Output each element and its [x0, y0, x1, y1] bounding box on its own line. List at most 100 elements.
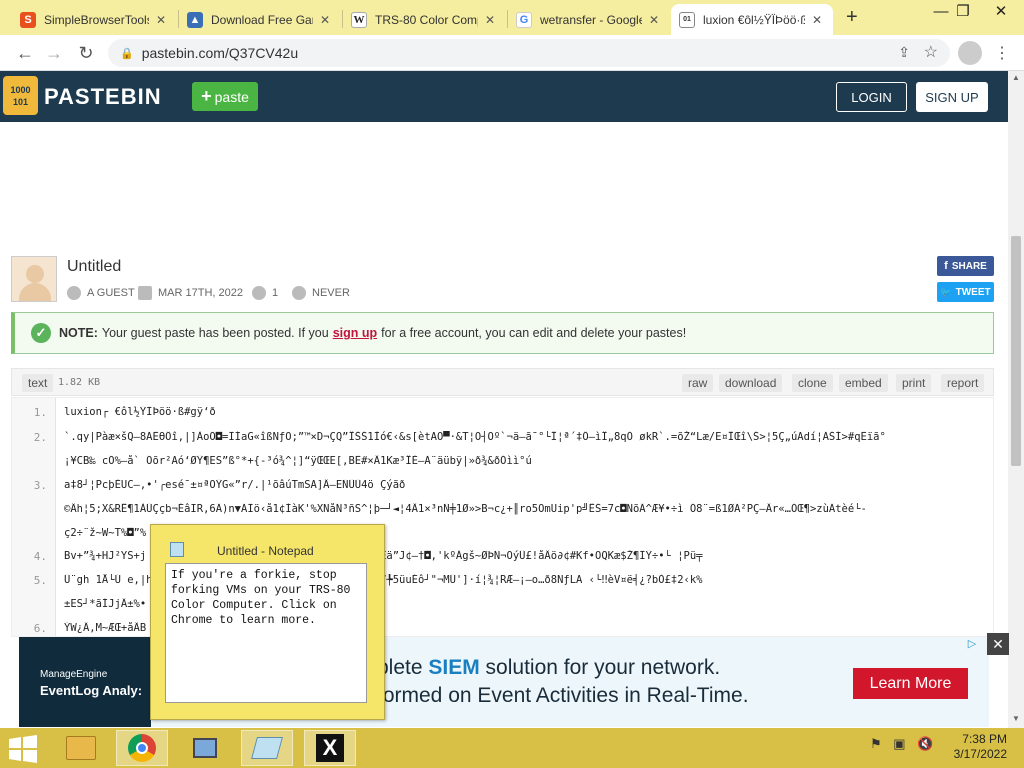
embed-button[interactable]: embed	[839, 374, 888, 392]
facebook-icon: f	[944, 260, 948, 272]
system-tray: ⚑ ▣ 🔇	[870, 736, 933, 752]
url-text: pastebin.com/Q37CV42u	[141, 45, 299, 61]
close-tab-icon[interactable]: ✕	[646, 13, 662, 27]
close-tab-icon[interactable]: ✕	[153, 13, 169, 27]
ad-headline-highlight: SIEM	[428, 656, 480, 679]
simplebrowser-icon: S	[20, 11, 36, 28]
code-line: `.qy|Pàæ×šQ–8ÃËӨÔî,|]ÀoÕ◘=ÏÍaG«îßNƒO;”™×…	[64, 431, 886, 443]
tab-label: TRS-80 Color Computer	[375, 12, 478, 27]
paste-expiry: NEVER	[292, 286, 350, 300]
date-label: MAR 17TH, 2022	[158, 287, 243, 299]
notice-label: NOTE:	[59, 326, 98, 340]
tab-label: luxion €ôl½ŸÏÞöö·ß	[703, 12, 805, 27]
flag-icon[interactable]: ⚑	[870, 736, 882, 751]
file-explorer-icon[interactable]	[55, 730, 107, 766]
ad-learn-more-button[interactable]: Learn More	[853, 668, 968, 699]
raw-button[interactable]: raw	[682, 374, 714, 392]
plus-icon: +	[201, 86, 212, 106]
page-scrollbar[interactable]: ▲ ▼	[1008, 71, 1024, 728]
author-label: A GUEST	[87, 287, 135, 299]
tab-simplebrowsertools[interactable]: S SimpleBrowserTools ✕	[12, 4, 177, 35]
tweet-label: TWEET	[955, 286, 991, 298]
scroll-up-icon[interactable]: ▲	[1012, 73, 1020, 82]
adchoices-icon[interactable]: ▷	[959, 637, 985, 653]
clone-button[interactable]: clone	[792, 374, 833, 392]
scrollbar-thumb[interactable]	[1011, 236, 1021, 466]
guest-paste-notice: ✓ NOTE: Your guest paste has been posted…	[11, 312, 994, 354]
system-clock[interactable]: 7:38 PM 3/17/2022	[947, 732, 1007, 762]
line-number: 6.	[33, 622, 47, 635]
code-line: ©Âh¦5;X&RÊ¶1ÀÜÇçb¬ÉâIR,6Ä)n▼ÃÏö‹å1¢ÍàK'%…	[64, 503, 867, 515]
line-number: 1.	[33, 406, 47, 419]
print-button[interactable]: print	[896, 374, 932, 392]
ad-close-icon[interactable]: ✕	[987, 633, 1009, 655]
tab-pastebin-active[interactable]: 01 luxion €ôl½ŸÏÞöö·ß ✕	[671, 4, 833, 35]
paste-author[interactable]: A GUEST	[67, 286, 135, 300]
notepad-window[interactable]: Untitled - Notepad If you're a forkie, s…	[150, 524, 385, 720]
share-page-icon[interactable]: ⇪	[898, 44, 910, 61]
close-tab-icon[interactable]: ✕	[482, 13, 498, 27]
site-header: 1000 101 PASTEBIN + paste LOGIN SIGN UP	[0, 71, 1008, 122]
pastebin-icon: 01	[679, 11, 695, 28]
close-tab-icon[interactable]: ✕	[317, 13, 333, 27]
check-icon: ✓	[31, 323, 51, 343]
report-button[interactable]: report	[941, 374, 985, 392]
address-bar[interactable]: 🔒 pastebin.com/Q37CV42u ⇪ ☆	[108, 39, 950, 67]
login-button[interactable]: LOGIN	[836, 82, 907, 112]
wikipedia-icon: W	[351, 11, 367, 28]
code-line: a‡8┘¦PcþÈUC–,•'╭esé¯±¤ªOŸG«”r/.|¹õâúTmSA…	[64, 479, 406, 491]
tab-label: wetransfer - Google	[540, 12, 642, 27]
xming-icon[interactable]: X	[304, 730, 356, 766]
code-header: text 1.82 KB raw download clone embed pr…	[11, 368, 994, 396]
clock-date: 3/17/2022	[953, 747, 1007, 761]
signup-link[interactable]: sign up	[333, 326, 377, 340]
author-avatar	[11, 256, 57, 302]
scroll-down-icon[interactable]: ▼	[1012, 714, 1020, 723]
ad-brand-panel: ManageEngine EventLog Analy:	[19, 637, 151, 727]
syntax-badge[interactable]: text	[22, 374, 54, 392]
download-button[interactable]: download	[719, 374, 783, 392]
back-icon[interactable]: ←	[12, 40, 38, 66]
paste-date: MAR 17TH, 2022	[138, 286, 243, 300]
tab-download-free-games[interactable]: ▲ Download Free Games ✕	[179, 4, 341, 35]
site-logo-text[interactable]: PASTEBIN	[44, 84, 162, 110]
tab-trs80[interactable]: W TRS-80 Color Computer ✕	[343, 4, 506, 35]
paste-size: 1.82 KB	[58, 377, 101, 388]
reload-icon[interactable]: ↻	[73, 40, 99, 66]
lock-icon: 🔒	[120, 47, 134, 60]
notepad-text-area[interactable]: If you're a forkie, stop forking VMs on …	[165, 563, 367, 703]
menu-kebab-icon[interactable]: ⋮	[994, 43, 1010, 63]
notice-text-after: for a free account, you can edit and del…	[381, 326, 687, 340]
google-icon: G	[516, 11, 532, 28]
facebook-share-button[interactable]: f SHARE	[937, 256, 994, 276]
line-number: 5.	[33, 574, 47, 587]
profile-avatar-icon[interactable]	[958, 41, 982, 65]
taskbar: X ⚑ ▣ 🔇 7:38 PM 3/17/2022	[0, 728, 1024, 768]
signup-button[interactable]: SIGN UP	[916, 82, 988, 112]
pastebin-logo-icon[interactable]: 1000 101	[3, 76, 38, 115]
chrome-icon[interactable]	[116, 730, 168, 766]
download-icon: ▲	[187, 11, 203, 28]
new-tab-button[interactable]: +	[846, 6, 858, 29]
notepad-icon	[170, 542, 184, 557]
line-number: 2.	[33, 431, 47, 444]
bookmark-star-icon[interactable]: ☆	[924, 42, 938, 62]
ad-headline-post: solution for your network.	[479, 656, 721, 679]
eye-icon	[252, 286, 266, 300]
forward-icon[interactable]: →	[41, 40, 67, 66]
code-line: ¡¥CB‰ cÕ%–å` Õõr²Aó‘ØŸ¶ES”ß°*+{-³ó¾^¦]“ÿ…	[64, 455, 532, 467]
close-tab-icon[interactable]: ✕	[809, 13, 825, 27]
browser-toolbar: ← → ↻ 🔒 pastebin.com/Q37CV42u ⇪ ☆ ⋮	[0, 35, 1024, 71]
tab-wetransfer[interactable]: G wetransfer - Google ✕	[508, 4, 670, 35]
notepad-taskbar-icon[interactable]	[241, 730, 293, 766]
ad-product: EventLog Analy:	[40, 683, 143, 698]
windows-start-icon[interactable]	[8, 735, 38, 763]
volume-muted-icon[interactable]: 🔇	[917, 736, 933, 751]
tab-label: SimpleBrowserTools	[44, 12, 149, 27]
network-icon[interactable]: ▣	[893, 736, 905, 751]
network-computer-icon[interactable]	[179, 730, 231, 766]
new-paste-button[interactable]: + paste	[192, 82, 258, 111]
close-window-button[interactable]: ✕	[978, 0, 1024, 30]
calendar-icon	[138, 286, 152, 300]
twitter-tweet-button[interactable]: 🐦 TWEET	[937, 282, 994, 302]
